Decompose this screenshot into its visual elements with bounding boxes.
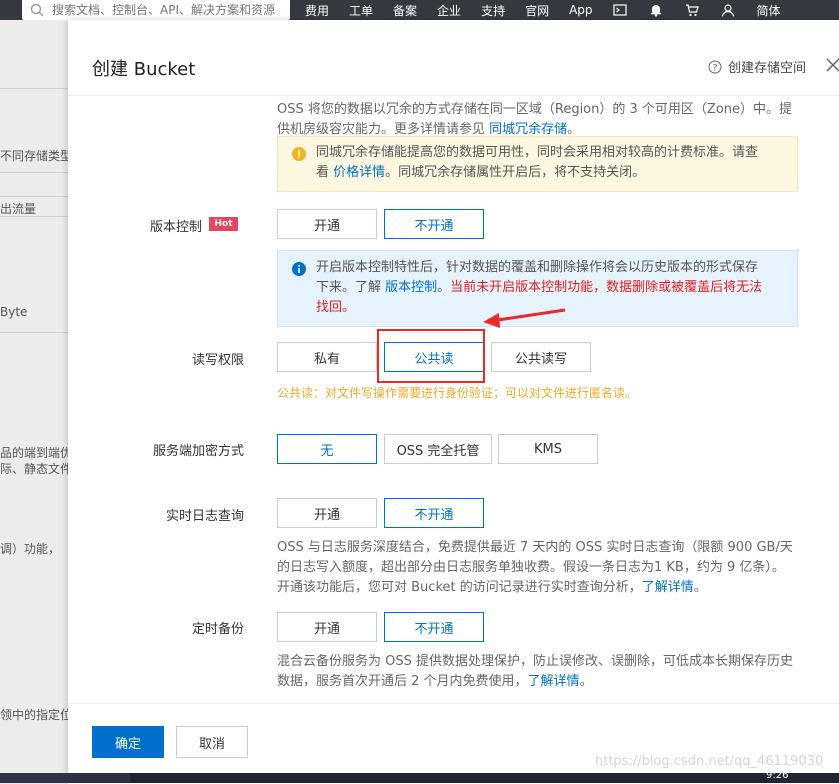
nav-app[interactable]: App bbox=[569, 3, 592, 17]
bell-icon[interactable] bbox=[649, 3, 663, 17]
help-link-label: 创建存储空间 bbox=[728, 61, 807, 76]
versioning-link[interactable]: 版本控制 bbox=[385, 280, 437, 295]
warning-icon bbox=[292, 147, 306, 161]
backup-desc-text: 数据，服务首次开通后 2 个月内免费使用， bbox=[277, 674, 528, 689]
divider bbox=[0, 172, 68, 173]
versioning-option-enable[interactable]: 开通 bbox=[277, 209, 377, 239]
info-line2: 下来。了解 版本控制。当前未开启版本控制功能，数据删除或被覆盖后将无法 bbox=[316, 278, 786, 298]
versioning-danger-text: 当前未开启版本控制功能，数据删除或被覆盖后将无法 bbox=[450, 280, 763, 295]
drawer-footer: 确定 取消 https://blog.csdn.net/qq_46119030 bbox=[68, 703, 839, 784]
watermark: https://blog.csdn.net/qq_46119030 bbox=[595, 754, 824, 769]
acl-option-private[interactable]: 私有 bbox=[277, 342, 377, 372]
backup-desc-line1: 混合云备份服务为 OSS 提供数据处理保护，防止误修改、误删除，可低成本长期保存… bbox=[277, 654, 794, 669]
zrs-link[interactable]: 同城冗余存储 bbox=[489, 122, 567, 137]
confirm-button[interactable]: 确定 bbox=[92, 726, 164, 758]
terminal-icon[interactable] bbox=[612, 3, 627, 17]
bg-text: 品的端到端优 bbox=[0, 446, 73, 460]
global-search[interactable] bbox=[22, 0, 290, 20]
bg-text: 不同存储类型 bbox=[0, 149, 73, 163]
os-taskbar: 9:26 bbox=[0, 770, 839, 783]
redundancy-description: OSS 将您的数据以冗余的方式存储在同一区域（Region）的 3 个可用区（Z… bbox=[277, 100, 817, 140]
search-icon bbox=[30, 3, 44, 17]
encryption-option-kms[interactable]: KMS bbox=[498, 434, 598, 464]
svg-text:?: ? bbox=[713, 63, 718, 73]
annotation-highlight-box bbox=[377, 329, 485, 383]
zrs-warning-alert: 同城冗余存储能提高您的数据可用性，同时会采用相对较高的计费标准。请查 看 价格详… bbox=[277, 136, 798, 192]
warning-text-prefix: 看 bbox=[316, 165, 334, 180]
create-bucket-drawer: 创建 Bucket ? 创建存储空间 OSS 将您的数据以冗余的方式存储在同一区… bbox=[68, 20, 839, 784]
language-switch[interactable]: 简体 bbox=[757, 2, 781, 19]
backup-desc-suffix: 。 bbox=[579, 674, 593, 689]
nav-tickets[interactable]: 工单 bbox=[349, 2, 373, 19]
cancel-button[interactable]: 取消 bbox=[176, 726, 248, 758]
warning-line2: 看 价格详情。同城冗余存储属性开启后，将不支持关闭。 bbox=[316, 163, 786, 183]
log-learn-more-link[interactable]: 了解详情 bbox=[642, 580, 694, 595]
realtime-log-option-enable[interactable]: 开通 bbox=[277, 498, 377, 528]
redundancy-suffix: 。 bbox=[567, 122, 581, 137]
top-nav: 费用 工单 备案 企业 支持 官网 App 简体 bbox=[305, 0, 801, 20]
nav-support[interactable]: 支持 bbox=[481, 2, 505, 19]
info-line1: 开启版本控制特性后，针对数据的覆盖和删除操作将会以历史版本的形式保存 bbox=[316, 260, 759, 275]
versioning-option-disable[interactable]: 不开通 bbox=[384, 209, 484, 239]
nav-enterprise[interactable]: 企业 bbox=[437, 2, 461, 19]
bg-text: 出流量 bbox=[0, 202, 37, 216]
bg-text: Byte bbox=[0, 305, 28, 319]
log-desc-line1: OSS 与日志服务深度结合，免费提供最近 7 天内的 OSS 实时日志查询（限额… bbox=[277, 540, 793, 555]
backup-learn-more-link[interactable]: 了解详情 bbox=[528, 674, 580, 689]
encryption-option-none[interactable]: 无 bbox=[277, 434, 377, 464]
info-icon bbox=[292, 262, 306, 276]
log-desc-suffix: 。 bbox=[693, 580, 707, 595]
acl-hint: 公共读：对文件写操作需要进行身份验证；可以对文件进行匿名读。 bbox=[277, 386, 638, 400]
annotation-arrow-icon bbox=[483, 308, 566, 328]
cart-icon[interactable] bbox=[685, 3, 699, 17]
versioning-label: 版本控制 bbox=[149, 220, 202, 235]
backup-desc-line2: 数据，服务首次开通后 2 个月内免费使用，了解详情。 bbox=[277, 672, 817, 692]
drawer-header: 创建 Bucket ? 创建存储空间 bbox=[68, 20, 839, 96]
help-link[interactable]: ? 创建存储空间 bbox=[708, 57, 806, 76]
nav-website[interactable]: 官网 bbox=[525, 2, 549, 19]
divider bbox=[0, 88, 68, 89]
log-desc-text: 开通该功能后，您可对 Bucket 的访问记录进行实时查询分析， bbox=[277, 580, 642, 595]
info-separator: 。 bbox=[437, 280, 451, 295]
encryption-label: 服务端加密方式 bbox=[152, 444, 244, 459]
user-icon[interactable] bbox=[721, 3, 735, 17]
top-navigation-bar: 费用 工单 备案 企业 支持 官网 App 简体 bbox=[0, 0, 839, 20]
backup-option-disable[interactable]: 不开通 bbox=[384, 612, 484, 642]
taskbar-app[interactable] bbox=[0, 773, 130, 783]
realtime-log-description: OSS 与日志服务深度结合，免费提供最近 7 天内的 OSS 实时日志查询（限额… bbox=[277, 538, 817, 598]
help-icon: ? bbox=[708, 60, 722, 73]
acl-label: 读写权限 bbox=[191, 353, 244, 368]
acl-option-public-read-write[interactable]: 公共读写 bbox=[491, 342, 591, 372]
warning-text: 同城冗余存储能提高您的数据可用性，同时会采用相对较高的计费标准。请查 看 价格详… bbox=[316, 143, 786, 183]
warning-text-suffix: 。同城冗余存储属性开启后，将不支持关闭。 bbox=[385, 165, 646, 180]
backup-option-enable[interactable]: 开通 bbox=[277, 612, 377, 642]
realtime-log-label: 实时日志查询 bbox=[165, 509, 244, 524]
redundancy-line1: OSS 将您的数据以冗余的方式存储在同一区域（Region）的 3 个可用区（Z… bbox=[277, 102, 793, 117]
divider bbox=[0, 332, 68, 333]
bg-text: 际、静态文件 bbox=[0, 462, 73, 476]
bg-text: 领中的指定位 bbox=[0, 708, 73, 722]
redundancy-text: 供机房级容灾能力。更多详情请参见 bbox=[277, 122, 490, 137]
encryption-option-oss-managed[interactable]: OSS 完全托管 bbox=[384, 434, 492, 464]
divider bbox=[0, 196, 68, 197]
drawer-title: 创建 Bucket bbox=[92, 59, 196, 80]
warning-line1: 同城冗余存储能提高您的数据可用性，同时会采用相对较高的计费标准。请查 bbox=[316, 145, 759, 160]
nav-billing[interactable]: 费用 bbox=[305, 2, 329, 19]
taskbar-clock: 9:26 bbox=[766, 770, 789, 781]
search-input[interactable] bbox=[50, 2, 284, 18]
backup-description: 混合云备份服务为 OSS 提供数据处理保护，防止误修改、误删除，可低成本长期保存… bbox=[277, 652, 817, 692]
hot-badge: Hot bbox=[209, 217, 238, 231]
realtime-log-option-disable[interactable]: 不开通 bbox=[384, 498, 484, 528]
log-desc-line3: 开通该功能后，您可对 Bucket 的访问记录进行实时查询分析，了解详情。 bbox=[277, 578, 817, 598]
log-desc-line2: 的日志写入额度，超出部分由日志服务单独收费。假设一条日志为1 KB，约为 9 亿… bbox=[277, 560, 785, 575]
backup-label: 定时备份 bbox=[191, 622, 244, 637]
info-text: 下来。了解 bbox=[316, 280, 386, 295]
pricing-link[interactable]: 价格详情 bbox=[333, 165, 385, 180]
nav-icp[interactable]: 备案 bbox=[393, 2, 417, 19]
close-icon[interactable] bbox=[825, 56, 839, 72]
bg-text: 调）功能， bbox=[0, 542, 61, 556]
